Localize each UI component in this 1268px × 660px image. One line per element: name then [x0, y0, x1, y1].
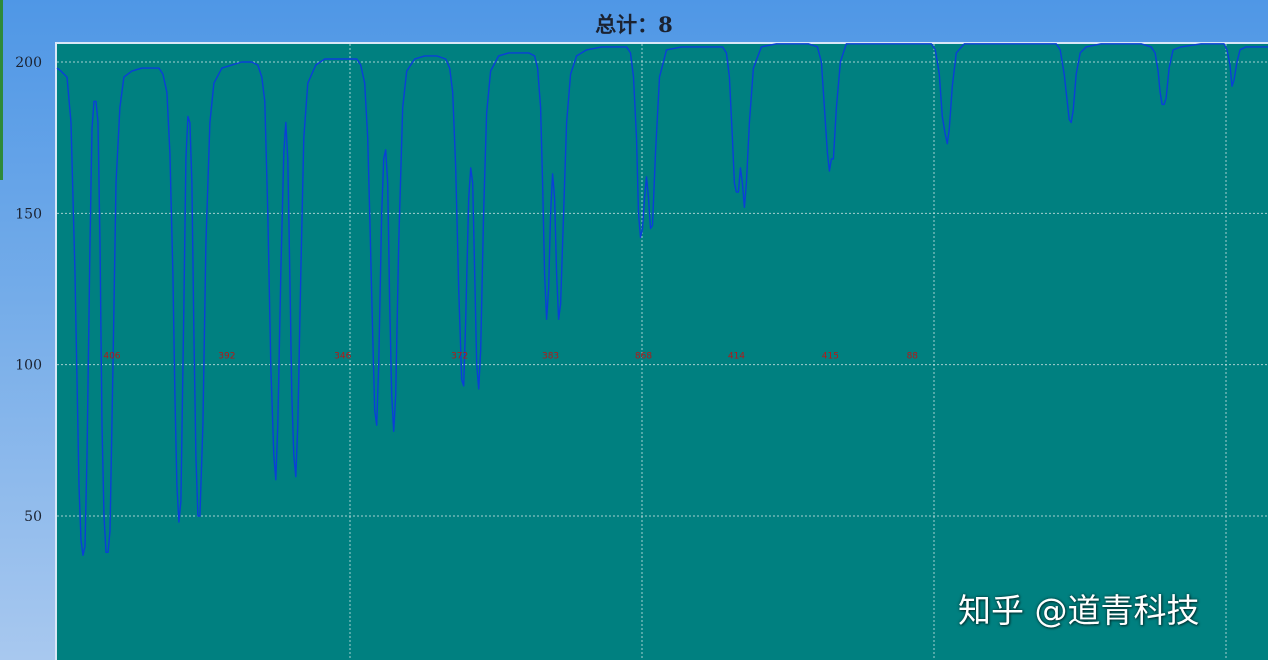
- watermark-text: 知乎 @道青科技: [958, 591, 1200, 630]
- peak-label-1: 406: [103, 352, 120, 362]
- peak-label-2: 392: [218, 352, 235, 362]
- peak-label-5: 383: [542, 352, 559, 362]
- peak-label-4: 372: [451, 352, 468, 362]
- chart-svg: 50 100 150 200 406 392 346 372 383 868 414 415 88: [15, 43, 1268, 660]
- peak-label-9: 88: [907, 352, 919, 362]
- app-window: 总计：8 50 100 150 200 406 392 346 372 383 868 414 415…: [0, 0, 1268, 660]
- series-line-1: [56, 43, 1268, 556]
- peak-label-8: 415: [822, 352, 839, 362]
- y-tick-label-200: 200: [15, 55, 42, 71]
- y-tick-label-150: 150: [15, 206, 42, 222]
- y-tick-label-50: 50: [24, 509, 42, 525]
- y-tick-label-100: 100: [15, 358, 42, 374]
- peak-label-7: 414: [728, 352, 745, 362]
- peak-label-3: 346: [334, 352, 351, 362]
- peak-label-6: 868: [635, 352, 652, 362]
